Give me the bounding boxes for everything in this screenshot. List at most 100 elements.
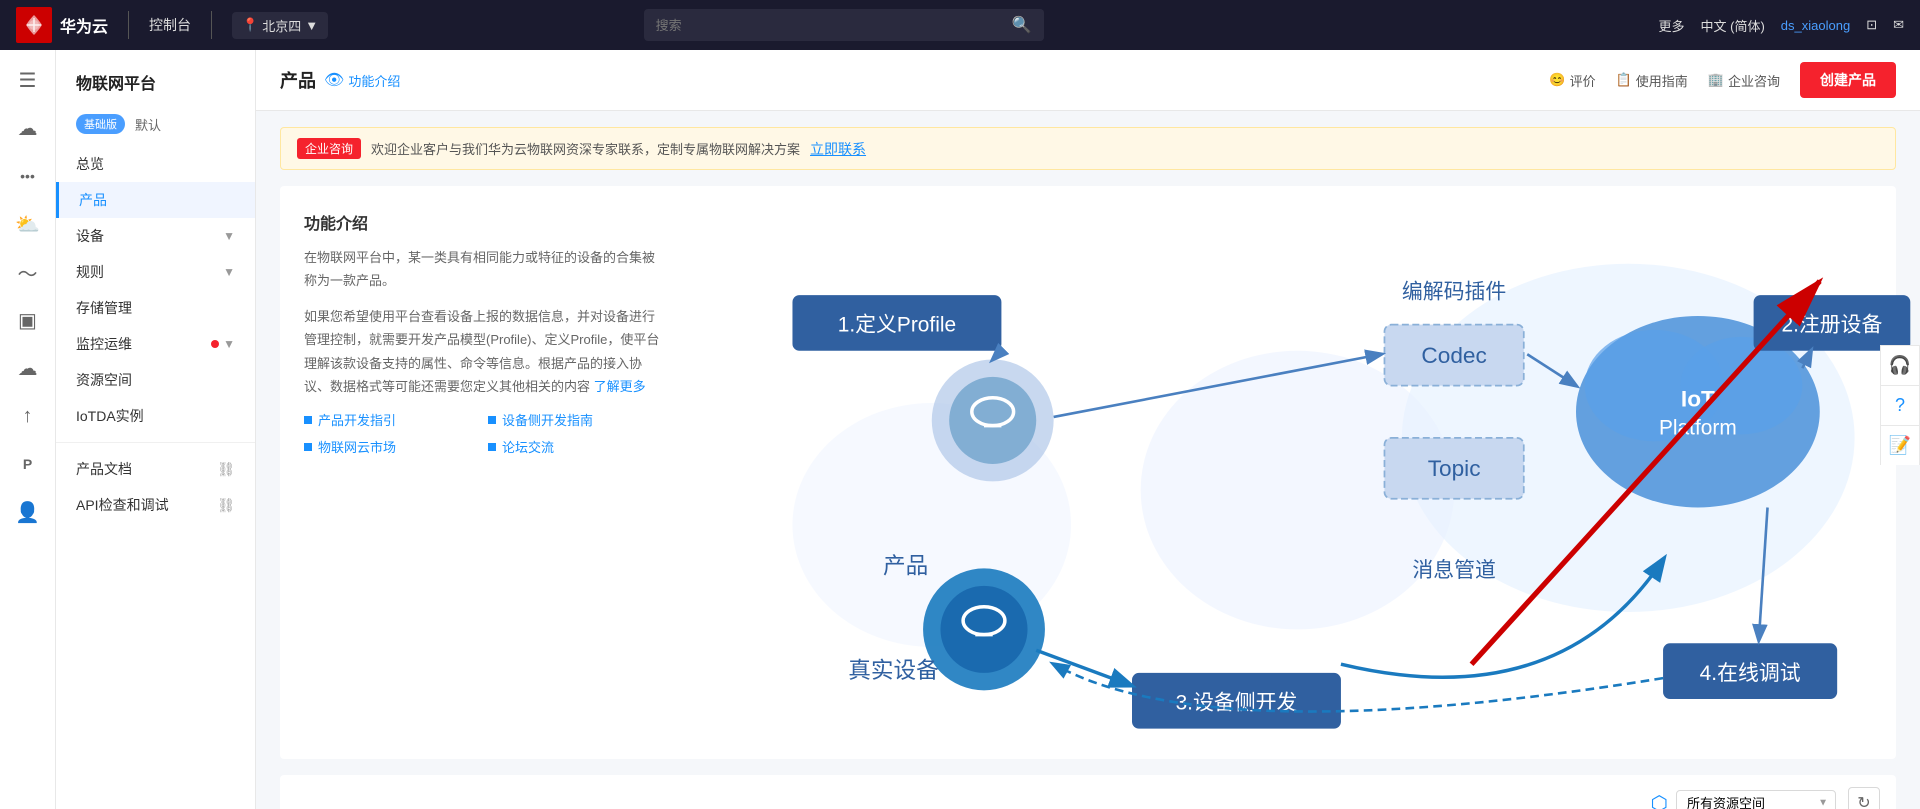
- sidebar-icon-cloud2[interactable]: ⛅: [6, 202, 50, 246]
- left-nav-title: 物联网平台: [56, 62, 255, 110]
- sidebar-item-monitor[interactable]: 监控运维 ▼: [56, 326, 255, 362]
- guide-label: 使用指南: [1636, 71, 1688, 90]
- func-link-device-guide[interactable]: 设备侧开发指南: [488, 410, 664, 429]
- banner-link[interactable]: 立即联系: [810, 139, 866, 159]
- table-toolbar: ⬡ 所有资源空间 ↻: [280, 775, 1896, 809]
- banner-tag: 企业咨询: [297, 138, 361, 159]
- func-section-title: 功能介绍: [304, 210, 664, 234]
- link-dot-icon-4: [488, 443, 496, 451]
- learn-more-link[interactable]: 了解更多: [594, 379, 646, 394]
- function-intro-section: 功能介绍 在物联网平台中，某一类具有相同能力或特征的设备的合集被称为一款产品。 …: [280, 186, 1896, 759]
- sidebar-item-product[interactable]: 产品: [56, 182, 255, 218]
- headphone-icon: 🎧: [1889, 355, 1911, 376]
- wave-icon: 〜: [18, 258, 38, 287]
- logo-area: 华为云: [16, 7, 108, 43]
- lang-label[interactable]: 中文 (简体): [1701, 16, 1765, 35]
- storage-label: 存储管理: [76, 298, 132, 318]
- sidebar-icon-cloud3[interactable]: ☁: [6, 346, 50, 390]
- consult-label: 企业咨询: [1728, 71, 1780, 90]
- guide-action[interactable]: 📋 使用指南: [1616, 71, 1688, 90]
- search-input[interactable]: [644, 12, 1000, 39]
- sidebar-item-iotda[interactable]: IoTDA实例: [56, 398, 255, 434]
- product-doc-label: 产品文档: [76, 459, 132, 479]
- float-question-button[interactable]: ?: [1880, 385, 1920, 425]
- region-selector[interactable]: 📍 北京四 ▼: [232, 12, 328, 39]
- brand-name: 华为云: [60, 13, 108, 37]
- hamburger-icon: ☰: [19, 68, 37, 93]
- consult-icon: 🏢: [1708, 72, 1724, 88]
- float-headphone-button[interactable]: 🎧: [1880, 345, 1920, 385]
- external-link-icon: ⛓: [217, 461, 235, 478]
- sidebar-item-overview[interactable]: 总览: [56, 146, 255, 182]
- user-icon: 👤: [15, 500, 40, 525]
- nav-divider: [56, 442, 255, 443]
- sidebar-icons-panel: ☰ ☁ ••• ⛅ 〜 ▣ ☁ ↑ P 👤: [0, 50, 56, 809]
- huawei-logo: [16, 7, 52, 43]
- main-layout: ☰ ☁ ••• ⛅ 〜 ▣ ☁ ↑ P 👤 物联网平台: [0, 50, 1920, 809]
- chevron-down-icon: ▼: [305, 18, 318, 33]
- sidebar-item-storage[interactable]: 存储管理: [56, 290, 255, 326]
- sidebar-item-rule[interactable]: 规则 ▼: [56, 254, 255, 290]
- external-link2-icon: ⛓: [217, 497, 235, 514]
- review-icon: 😊: [1549, 72, 1565, 88]
- sidebar-icon-ip[interactable]: P: [6, 442, 50, 486]
- func-para1: 在物联网平台中，某一类具有相同能力或特征的设备的合集被称为一款产品。: [304, 246, 664, 293]
- enterprise-banner: 企业咨询 欢迎企业客户与我们华为云物联网资深专家联系，定制专属物联网解决方案 立…: [280, 127, 1896, 170]
- svg-text:Codec: Codec: [1421, 343, 1486, 368]
- resource-select-area: ⬡ 所有资源空间: [1651, 790, 1836, 809]
- svg-text:IoT: IoT: [1681, 387, 1715, 412]
- link-dot-icon-3: [304, 443, 312, 451]
- monitor-dot-icon: [211, 340, 219, 348]
- svg-text:3.设备侧开发: 3.设备侧开发: [1176, 691, 1298, 714]
- func-links-grid: 产品开发指引 设备侧开发指南 物联网云市场 论坛交流: [304, 410, 664, 456]
- link-dot-icon-1: [304, 416, 312, 424]
- sidebar-icon-user[interactable]: 👤: [6, 490, 50, 534]
- content-header-right: 😊 评价 📋 使用指南 🏢 企业咨询 创建产品: [1549, 62, 1896, 98]
- resource-space-select[interactable]: 所有资源空间: [1676, 790, 1836, 809]
- more-label[interactable]: 更多: [1659, 16, 1685, 35]
- func-link-forum[interactable]: 论坛交流: [488, 437, 664, 456]
- svg-text:4.在线调试: 4.在线调试: [1700, 662, 1801, 685]
- username-label[interactable]: ds_xiaolong: [1781, 18, 1850, 33]
- float-feedback-button[interactable]: 📝: [1880, 425, 1920, 465]
- overview-label: 总览: [76, 154, 104, 174]
- create-product-button[interactable]: 创建产品: [1800, 62, 1896, 98]
- svg-text:Topic: Topic: [1428, 456, 1481, 481]
- banner-text: 欢迎企业客户与我们华为云物联网资深专家联系，定制专属物联网解决方案: [371, 139, 800, 158]
- sidebar-item-device[interactable]: 设备 ▼: [56, 218, 255, 254]
- message-icon[interactable]: ✉: [1893, 17, 1904, 33]
- svg-text:1.定义Profile: 1.定义Profile: [838, 314, 956, 337]
- sidebar-icon-cloud1[interactable]: ☁: [6, 106, 50, 150]
- architecture-diagram: Codec Topic IoT Platform 1.定义Profile: [688, 210, 1872, 735]
- device-label: 设备: [76, 226, 104, 246]
- sidebar-icon-dots[interactable]: •••: [6, 154, 50, 198]
- svg-text:产品: 产品: [883, 554, 928, 579]
- sidebar-icon-box[interactable]: ▣: [6, 298, 50, 342]
- sidebar-icon-upload[interactable]: ↑: [6, 394, 50, 438]
- pin-icon: 📍: [242, 17, 258, 33]
- review-action[interactable]: 😊 评价: [1549, 71, 1595, 90]
- search-button[interactable]: 🔍: [1000, 9, 1044, 41]
- func-intro-button[interactable]: 👁 功能介绍: [324, 70, 400, 90]
- menu-toggle[interactable]: ☰: [6, 58, 50, 102]
- func-link-market[interactable]: 物联网云市场: [304, 437, 480, 456]
- terminal-icon[interactable]: ⊡: [1866, 17, 1877, 33]
- func-link-label-1: 产品开发指引: [318, 410, 396, 429]
- svg-text:消息管道: 消息管道: [1412, 559, 1496, 582]
- main-content-area: 产品 👁 功能介绍 😊 评价 📋 使用指南 🏢 企业咨询: [256, 50, 1920, 809]
- sidebar-item-resource[interactable]: 资源空间: [56, 362, 255, 398]
- refresh-button[interactable]: ↻: [1848, 787, 1880, 809]
- cloud-icon: ☁: [18, 116, 38, 141]
- svg-text:Platform: Platform: [1659, 416, 1737, 439]
- right-floating-panel: 🎧 ? 📝: [1880, 345, 1920, 465]
- func-link-product-guide[interactable]: 产品开发指引: [304, 410, 480, 429]
- func-para2: 如果您希望使用平台查看设备上报的数据信息，并对设备进行管理控制，就需要开发产品模…: [304, 305, 664, 399]
- device-arrow-icon: ▼: [223, 229, 235, 243]
- consult-action[interactable]: 🏢 企业咨询: [1708, 71, 1780, 90]
- func-text-area: 功能介绍 在物联网平台中，某一类具有相同能力或特征的设备的合集被称为一款产品。 …: [304, 210, 664, 735]
- sidebar-icon-wave[interactable]: 〜: [6, 250, 50, 294]
- sidebar-item-product-doc[interactable]: 产品文档 ⛓: [56, 451, 255, 487]
- products-table-section: ⬡ 所有资源空间 ↻ 产品名称 产品ID 资源空间 设备类型: [280, 775, 1896, 809]
- sidebar-item-api[interactable]: API检查和调试 ⛓: [56, 487, 255, 523]
- control-link[interactable]: 控制台: [149, 15, 191, 35]
